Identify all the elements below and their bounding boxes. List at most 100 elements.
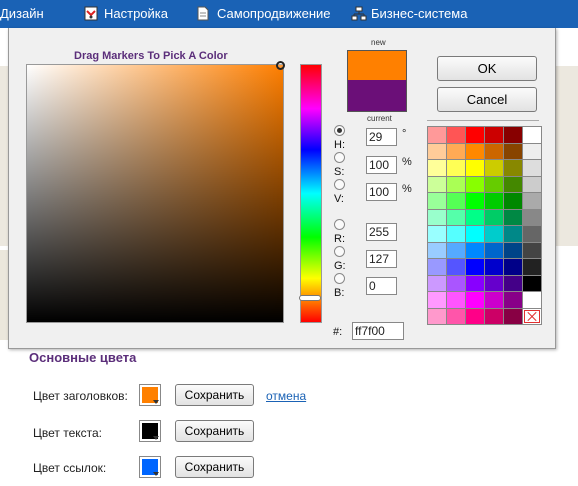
palette-swatch[interactable]: [428, 193, 446, 209]
palette-swatch[interactable]: [523, 226, 541, 242]
palette-swatch[interactable]: [466, 259, 484, 275]
palette-swatch[interactable]: [428, 209, 446, 225]
save-link-color-button[interactable]: Сохранить: [175, 456, 254, 478]
palette-swatch[interactable]: [447, 209, 465, 225]
cancel-link[interactable]: отмена: [266, 389, 306, 403]
no-color-swatch[interactable]: [523, 308, 541, 324]
palette-swatch[interactable]: [523, 259, 541, 275]
palette-swatch[interactable]: [504, 292, 522, 308]
palette-swatch[interactable]: [504, 226, 522, 242]
palette-swatch[interactable]: [466, 176, 484, 192]
ok-button[interactable]: OK: [437, 56, 537, 81]
hex-input[interactable]: ff7f00: [352, 322, 404, 340]
blue-radio[interactable]: [334, 273, 345, 284]
palette-swatch[interactable]: [485, 292, 503, 308]
palette-swatch[interactable]: [504, 308, 522, 324]
palette-swatch[interactable]: [485, 176, 503, 192]
palette-swatch[interactable]: [428, 143, 446, 159]
palette-swatch[interactable]: [447, 275, 465, 291]
saturation-input[interactable]: 100: [366, 156, 397, 174]
palette-swatch[interactable]: [447, 127, 465, 143]
palette-swatch[interactable]: [523, 160, 541, 176]
hue-slider[interactable]: [300, 64, 322, 323]
palette-swatch[interactable]: [504, 127, 522, 143]
palette-swatch[interactable]: [428, 308, 446, 324]
cancel-button[interactable]: Cancel: [437, 87, 537, 112]
palette-swatch[interactable]: [466, 275, 484, 291]
palette-swatch[interactable]: [466, 242, 484, 258]
palette-swatch[interactable]: [428, 127, 446, 143]
palette-swatch[interactable]: [523, 143, 541, 159]
palette-swatch[interactable]: [447, 143, 465, 159]
palette-swatch[interactable]: [523, 275, 541, 291]
palette-swatch[interactable]: [485, 209, 503, 225]
palette-swatch[interactable]: [447, 226, 465, 242]
palette-swatch[interactable]: [447, 308, 465, 324]
nav-item-settings[interactable]: Настройка: [84, 6, 168, 21]
link-color-picker[interactable]: [139, 456, 161, 478]
palette-swatch[interactable]: [447, 160, 465, 176]
palette-swatch[interactable]: [466, 226, 484, 242]
current-color-swatch[interactable]: [347, 80, 407, 112]
save-text-color-button[interactable]: Сохранить: [175, 420, 254, 442]
red-radio[interactable]: [334, 219, 345, 230]
palette-swatch[interactable]: [466, 292, 484, 308]
palette-swatch[interactable]: [485, 127, 503, 143]
palette-swatch[interactable]: [485, 259, 503, 275]
palette-swatch[interactable]: [428, 242, 446, 258]
saturation-value-area[interactable]: [26, 64, 284, 323]
palette-swatch[interactable]: [428, 292, 446, 308]
palette-swatch[interactable]: [523, 176, 541, 192]
palette-swatch[interactable]: [447, 242, 465, 258]
hue-marker[interactable]: [299, 295, 321, 301]
palette-swatch[interactable]: [485, 226, 503, 242]
green-input[interactable]: 127: [366, 250, 397, 268]
saturation-value-marker[interactable]: [276, 61, 285, 70]
palette-swatch[interactable]: [428, 259, 446, 275]
palette-swatch[interactable]: [485, 242, 503, 258]
save-heading-color-button[interactable]: Сохранить: [175, 384, 254, 406]
palette-swatch[interactable]: [504, 160, 522, 176]
palette-swatch[interactable]: [504, 143, 522, 159]
hue-radio[interactable]: [334, 125, 345, 136]
palette-swatch[interactable]: [485, 308, 503, 324]
nav-item-design[interactable]: Дизайн: [0, 6, 44, 21]
palette-swatch[interactable]: [504, 176, 522, 192]
palette-swatch[interactable]: [523, 193, 541, 209]
blue-input[interactable]: 0: [366, 277, 397, 295]
value-input[interactable]: 100: [366, 183, 397, 201]
palette-swatch[interactable]: [466, 143, 484, 159]
palette-swatch[interactable]: [504, 242, 522, 258]
palette-swatch[interactable]: [523, 209, 541, 225]
palette-swatch[interactable]: [485, 143, 503, 159]
palette-swatch[interactable]: [523, 127, 541, 143]
palette-swatch[interactable]: [466, 160, 484, 176]
palette-swatch[interactable]: [428, 176, 446, 192]
palette-swatch[interactable]: [485, 193, 503, 209]
hue-input[interactable]: 29: [366, 128, 397, 146]
palette-swatch[interactable]: [428, 226, 446, 242]
palette-swatch[interactable]: [466, 193, 484, 209]
palette-swatch[interactable]: [447, 193, 465, 209]
palette-swatch[interactable]: [466, 308, 484, 324]
palette-swatch[interactable]: [466, 209, 484, 225]
palette-swatch[interactable]: [485, 160, 503, 176]
heading-color-picker[interactable]: [139, 384, 161, 406]
palette-swatch[interactable]: [447, 176, 465, 192]
green-radio[interactable]: [334, 246, 345, 257]
palette-swatch[interactable]: [466, 127, 484, 143]
nav-item-self-promotion[interactable]: Самопродвижение: [197, 6, 331, 21]
palette-swatch[interactable]: [504, 209, 522, 225]
palette-swatch[interactable]: [523, 242, 541, 258]
palette-swatch[interactable]: [523, 292, 541, 308]
value-radio[interactable]: [334, 179, 345, 190]
palette-swatch[interactable]: [504, 275, 522, 291]
text-color-picker[interactable]: [139, 420, 161, 442]
palette-swatch[interactable]: [447, 292, 465, 308]
saturation-radio[interactable]: [334, 152, 345, 163]
palette-swatch[interactable]: [447, 259, 465, 275]
nav-item-business-system[interactable]: Бизнес-система: [351, 6, 467, 21]
palette-swatch[interactable]: [504, 259, 522, 275]
red-input[interactable]: 255: [366, 223, 397, 241]
palette-swatch[interactable]: [485, 275, 503, 291]
